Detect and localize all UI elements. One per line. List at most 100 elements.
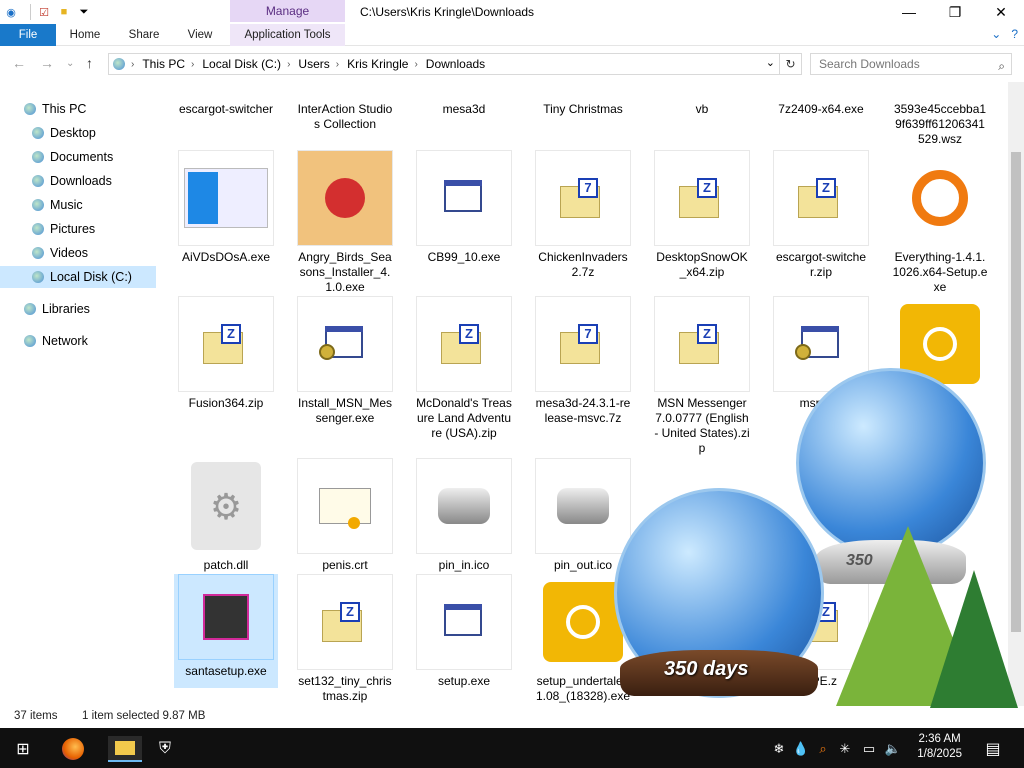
- tray-star-icon[interactable]: ✳: [832, 736, 858, 762]
- file-item[interactable]: Z MSN Messenger 7.0.0777 (English - Unit…: [654, 296, 750, 456]
- file-item[interactable]: Z escargot-switcher.zip: [773, 150, 869, 280]
- breadcrumb-separator: ›: [335, 58, 340, 70]
- close-button[interactable]: ✕: [978, 0, 1024, 24]
- minimize-button[interactable]: —: [886, 0, 932, 24]
- this-pc-icon: [113, 58, 125, 70]
- sidebar-item-local-disk[interactable]: Local Disk (C:): [0, 266, 156, 288]
- sidebar-item-downloads[interactable]: Downloads: [32, 170, 156, 192]
- maximize-button[interactable]: ❐: [932, 0, 978, 24]
- drive-icon: [32, 271, 44, 283]
- file-item[interactable]: 7 mesa3d-24.3.1-release-msvc.7z: [535, 296, 631, 426]
- file-item[interactable]: 7 ChickenInvaders2.7z: [535, 150, 631, 280]
- sidebar-item-network[interactable]: Network: [24, 330, 156, 352]
- zip-icon: Z: [773, 150, 869, 246]
- libraries-icon: [24, 303, 36, 315]
- forward-arrow-icon[interactable]: →: [40, 55, 54, 71]
- tab-application-tools[interactable]: Application Tools: [230, 24, 345, 46]
- sidebar-item-label: Network: [42, 334, 88, 348]
- tab-share[interactable]: Share: [118, 24, 170, 46]
- sidebar-item-music[interactable]: Music: [32, 194, 156, 216]
- file-item[interactable]: Z McDonald's Treasure Land Adventure (US…: [416, 296, 512, 441]
- search-input[interactable]: Search Downloads ⌕: [810, 53, 1012, 75]
- tab-view[interactable]: View: [176, 24, 224, 46]
- file-item[interactable]: InterAction Studios Collection: [297, 98, 393, 132]
- installer-icon: [416, 150, 512, 246]
- file-item[interactable]: Install_MSN_Messenger.exe: [297, 296, 393, 426]
- new-folder-icon[interactable]: ■: [57, 5, 71, 19]
- file-label: CB99_10.exe: [427, 250, 501, 264]
- file-item[interactable]: penis.crt: [297, 458, 393, 573]
- file-label: DesktopSnowOK_x64.zip: [656, 250, 748, 279]
- chevron-down-icon[interactable]: ⌄: [991, 27, 1001, 41]
- taskbar: ⊞ ⛨ ❄ 💧 ⌕ ✳ ▭ 🔈 2:36 AM 1/8/2025 ▤: [0, 728, 1024, 768]
- breadcrumb-downloads[interactable]: Downloads: [426, 57, 485, 71]
- notification-center-icon[interactable]: ▤: [980, 736, 1006, 762]
- file-item-selected[interactable]: santasetup.exe: [174, 574, 278, 688]
- exe-thumbnail: [178, 150, 274, 246]
- properties-icon[interactable]: ☑: [37, 5, 51, 19]
- manage-contextual-tab[interactable]: Manage: [230, 0, 345, 22]
- sidebar-item-videos[interactable]: Videos: [32, 242, 156, 264]
- scrollbar-thumb[interactable]: [1011, 152, 1021, 632]
- file-item[interactable]: ⚙ patch.dll: [178, 458, 274, 573]
- file-explorer-icon[interactable]: [108, 736, 142, 762]
- tab-home[interactable]: Home: [60, 24, 110, 46]
- defender-shield-icon[interactable]: ⛨: [152, 736, 178, 762]
- address-dropdown-icon[interactable]: ⌄: [766, 56, 775, 69]
- breadcrumb-local-disk[interactable]: Local Disk (C:): [202, 57, 281, 71]
- breadcrumb-kris-kringle[interactable]: Kris Kringle: [347, 57, 408, 71]
- this-pc-icon: [24, 103, 36, 115]
- breadcrumb-this-pc[interactable]: This PC: [142, 57, 185, 71]
- file-item[interactable]: Z Fusion364.zip: [178, 296, 274, 411]
- sidebar-item-this-pc[interactable]: This PC: [24, 98, 156, 120]
- system-clock[interactable]: 2:36 AM 1/8/2025: [917, 732, 962, 762]
- sidebar-item-libraries[interactable]: Libraries: [24, 298, 156, 320]
- file-item[interactable]: AiVDsDOsA.exe: [178, 150, 274, 265]
- file-item[interactable]: setup.exe: [416, 574, 512, 689]
- file-item[interactable]: Z set132_tiny_christmas.zip: [297, 574, 393, 704]
- help-icon[interactable]: ?: [1011, 27, 1018, 41]
- tab-file[interactable]: File: [0, 24, 56, 46]
- zip-icon: Z: [654, 150, 750, 246]
- network-tray-icon[interactable]: ▭: [856, 736, 882, 762]
- up-arrow-icon[interactable]: ↑: [86, 55, 93, 71]
- file-item[interactable]: Tiny Christmas: [535, 98, 631, 117]
- file-item[interactable]: pin_in.ico: [416, 458, 512, 573]
- volume-icon[interactable]: 🔈: [880, 736, 906, 762]
- sidebar-item-label: Documents: [50, 150, 114, 164]
- dll-gear-icon: ⚙: [178, 458, 274, 554]
- file-item[interactable]: pin_out.ico: [535, 458, 631, 573]
- file-label: MSN Messenger 7.0.0777 (English - United…: [654, 396, 750, 455]
- file-item[interactable]: CB99_10.exe: [416, 150, 512, 265]
- file-item[interactable]: 7z2409-x64.exe: [773, 98, 869, 117]
- file-item[interactable]: Everything-1.4.1.1026.x64-Setup.exe: [892, 150, 988, 295]
- recent-chevron-icon[interactable]: ⌄: [66, 58, 74, 69]
- file-item[interactable]: Angry_Birds_Seasons_Installer_4.1.0.exe: [297, 150, 393, 295]
- desktop-icon: [32, 127, 44, 139]
- firefox-icon[interactable]: [60, 736, 86, 762]
- file-item[interactable]: Z DesktopSnowOK_x64.zip: [654, 150, 750, 280]
- sidebar-item-documents[interactable]: Documents: [32, 146, 156, 168]
- file-item[interactable]: 3593e45ccebba19f639ff61206341529.wsz: [892, 98, 988, 147]
- file-label: vb: [695, 102, 709, 116]
- back-arrow-icon[interactable]: ←: [12, 55, 26, 71]
- file-label: santasetup.exe: [185, 664, 267, 678]
- file-item[interactable]: mesa3d: [416, 98, 512, 117]
- file-label: setup_undertale_1.08_(18328).exe: [535, 674, 631, 703]
- address-row: ← → ⌄ ↑ › This PC › Local Disk (C:) › Us…: [0, 48, 1024, 80]
- explorer-icon[interactable]: ◉: [4, 5, 18, 19]
- customize-qat-icon[interactable]: ⏷: [77, 5, 91, 19]
- sidebar-item-desktop[interactable]: Desktop: [32, 122, 156, 144]
- breadcrumb-users[interactable]: Users: [298, 57, 329, 71]
- refresh-button[interactable]: ↻: [780, 53, 802, 75]
- address-bar[interactable]: › This PC › Local Disk (C:) › Users › Kr…: [108, 53, 780, 75]
- title-bar: ◉ ☑ ■ ⏷ Manage C:\Users\Kris Kringle\Dow…: [0, 0, 1024, 24]
- file-item[interactable]: vb: [654, 98, 750, 117]
- breadcrumb-separator: ›: [191, 58, 195, 70]
- start-windows-icon[interactable]: ⊞: [10, 736, 36, 762]
- file-item[interactable]: escargot-switcher: [178, 98, 274, 117]
- sidebar-item-label: Libraries: [42, 302, 90, 316]
- file-label: setup.exe: [437, 674, 491, 688]
- videos-icon: [32, 247, 44, 259]
- sidebar-item-pictures[interactable]: Pictures: [32, 218, 156, 240]
